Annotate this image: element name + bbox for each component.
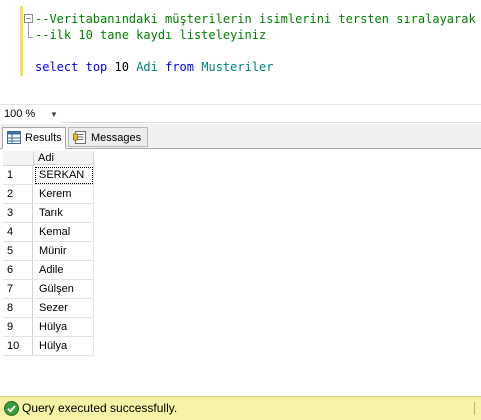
collapse-toggle-icon[interactable]: − — [24, 14, 33, 23]
grid-corner-cell[interactable] — [3, 151, 34, 166]
grid-icon — [7, 131, 21, 144]
keyword-top: top — [85, 60, 108, 74]
grid-cell[interactable]: Münir — [34, 242, 94, 261]
results-pane: Adi 1 SERKAN 2 Kerem 3 Tarık 4 Kemal 5 M… — [0, 149, 481, 396]
grid-cell[interactable]: Kerem — [34, 185, 94, 204]
zoom-value: 100 % — [4, 108, 36, 120]
result-tabstrip: Results Messages — [0, 124, 481, 149]
grid-cell[interactable]: SERKAN — [34, 166, 94, 185]
messages-icon — [73, 131, 86, 144]
row-number[interactable]: 8 — [3, 299, 33, 318]
tab-messages[interactable]: Messages — [68, 127, 148, 147]
table-identifier: Musteriler — [201, 60, 274, 74]
column-identifier: Adi — [136, 60, 158, 74]
row-number[interactable]: 3 — [3, 204, 33, 223]
grid-cell[interactable]: Kemal — [34, 223, 94, 242]
row-number[interactable]: 5 — [3, 242, 33, 261]
row-number[interactable]: 6 — [3, 261, 33, 280]
change-margin-bar — [20, 6, 23, 76]
zoom-dropdown[interactable]: 100 % ▼ — [2, 107, 58, 122]
keyword-select: select — [35, 60, 79, 74]
grid-cell[interactable]: Tarık — [34, 204, 94, 223]
grid-cell[interactable]: Hülya — [34, 318, 94, 337]
fold-line-end — [28, 37, 33, 38]
row-number[interactable]: 4 — [3, 223, 33, 242]
row-number[interactable]: 1 — [3, 166, 33, 185]
keyword-from: from — [165, 60, 195, 74]
tab-results-label: Results — [25, 132, 62, 144]
row-number[interactable]: 2 — [3, 185, 33, 204]
grid-cell[interactable]: Sezer — [34, 299, 94, 318]
success-check-icon — [4, 401, 19, 416]
tab-messages-label: Messages — [91, 132, 142, 144]
status-divider — [474, 402, 475, 415]
status-message: Query executed successfully. — [22, 401, 178, 415]
grid-cell[interactable]: Gülşen — [34, 280, 94, 299]
grid-cell[interactable]: Hülya — [34, 337, 94, 356]
top-count: 10 — [107, 60, 137, 74]
fold-line — [28, 23, 29, 37]
tab-results[interactable]: Results — [2, 127, 66, 149]
comment-line-1[interactable]: --Veritabanındaki müşterilerin isimlerin… — [35, 12, 476, 27]
sql-statement-line[interactable]: select top 10 Adi from Musteriler — [35, 60, 274, 75]
column-header-adi[interactable]: Adi — [34, 151, 94, 165]
status-bar: Query executed successfully. — [0, 396, 481, 420]
row-number[interactable]: 7 — [3, 280, 33, 299]
chevron-down-icon[interactable]: ▼ — [50, 107, 58, 122]
comment-line-2[interactable]: --ilk 10 tane kaydı listeleyiniz — [35, 28, 266, 43]
zoom-separator — [60, 107, 481, 123]
row-number[interactable]: 9 — [3, 318, 33, 337]
query-editor[interactable]: − --Veritabanındaki müşterilerin isimler… — [0, 0, 481, 104]
grid-cell[interactable]: Adile — [34, 261, 94, 280]
zoom-bar: 100 % ▼ — [0, 104, 481, 125]
row-number[interactable]: 10 — [3, 337, 33, 356]
